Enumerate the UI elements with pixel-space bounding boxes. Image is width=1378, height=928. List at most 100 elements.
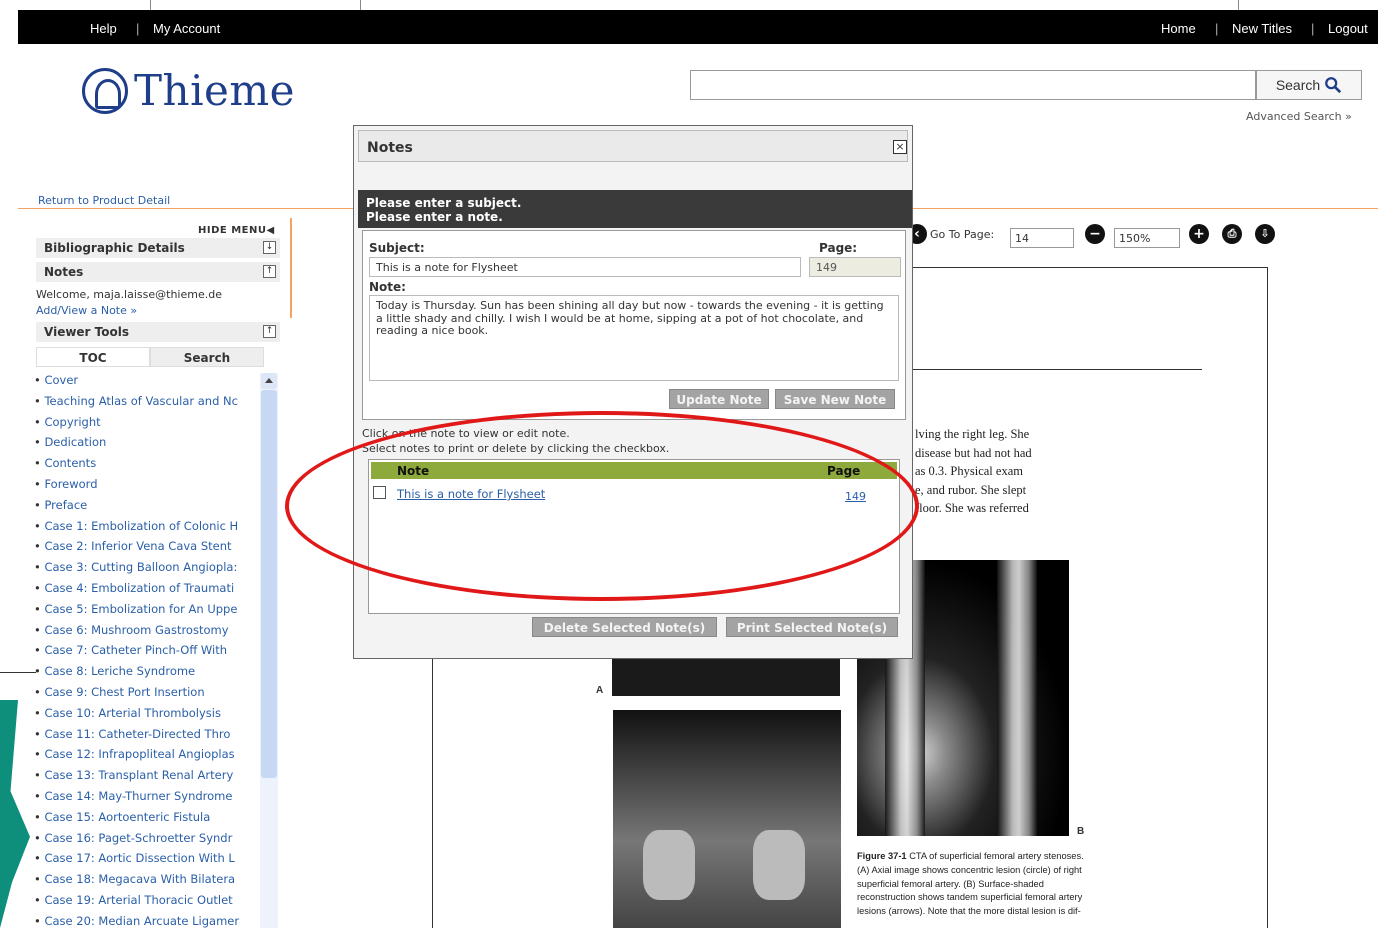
toc-item[interactable]: Teaching Atlas of Vascular and Nc	[34, 394, 260, 415]
dialog-title: Notes	[367, 140, 413, 156]
notes-list: Note Page This is a note for Flysheet 14…	[368, 459, 900, 614]
hide-menu-button[interactable]: HIDE MENU◀	[198, 225, 275, 236]
toc-item[interactable]: Case 14: May-Thurner Syndrome	[34, 789, 260, 810]
delete-selected-notes-button[interactable]: Delete Selected Note(s)	[532, 617, 717, 637]
note-row-page[interactable]: 149	[845, 490, 866, 503]
download-icon[interactable]: ⇩	[1255, 224, 1275, 244]
toc-item[interactable]: Case 4: Embolization of Traumati	[34, 581, 260, 602]
expand-icon[interactable]: ↓	[263, 241, 276, 254]
logo-text: Thieme	[134, 66, 296, 115]
dialog-help-text: Click on the note to view or edit note. …	[362, 426, 669, 456]
note-textarea[interactable]: Today is Thursday. Sun has been shining …	[369, 295, 899, 381]
toc-item[interactable]: Case 20: Median Arcuate Ligamer	[34, 914, 260, 928]
divider	[150, 0, 151, 10]
zoom-out-icon[interactable]: −	[1085, 224, 1105, 244]
advanced-search-link[interactable]: Advanced Search »	[1246, 110, 1352, 123]
toc-item[interactable]: Case 12: Infrapopliteal Angioplas	[34, 747, 260, 768]
viewer-tools-header[interactable]: Viewer Tools ↑	[36, 322, 280, 342]
document-body-text: lving the right leg. She disease but had …	[915, 425, 1055, 518]
close-icon[interactable]: ×	[893, 140, 907, 154]
nav-separator: |	[136, 21, 140, 36]
toc-item[interactable]: Cover	[34, 373, 260, 394]
toc-item[interactable]: Case 15: Aortoenteric Fistula	[34, 810, 260, 831]
toc-item[interactable]: Case 3: Cutting Balloon Angiopla:	[34, 560, 260, 581]
hide-menu-label: HIDE MENU	[198, 225, 267, 236]
toc-item[interactable]: Case 8: Leriche Syndrome	[34, 664, 260, 685]
toc-item[interactable]: Case 10: Arterial Thrombolysis	[34, 706, 260, 727]
notes-header[interactable]: Notes ↑	[36, 262, 280, 282]
go-to-page-label: Go To Page:	[930, 228, 995, 241]
toc-item[interactable]: Case 13: Transplant Renal Artery	[34, 768, 260, 789]
nav-separator: |	[1311, 21, 1315, 36]
sidebar-divider	[290, 218, 292, 318]
toc-item[interactable]: Case 19: Arterial Thoracic Outlet	[34, 893, 260, 914]
tab-toc[interactable]: TOC	[36, 347, 150, 367]
new-titles-link[interactable]: New Titles	[1232, 21, 1292, 36]
toc-item[interactable]: Case 6: Mushroom Gastrostomy	[34, 623, 260, 644]
toc-list: CoverTeaching Atlas of Vascular and NcCo…	[34, 373, 260, 928]
print-selected-notes-button[interactable]: Print Selected Note(s)	[726, 617, 898, 637]
my-account-link[interactable]: My Account	[153, 21, 220, 36]
toc-item[interactable]: Case 18: Megacava With Bilatera	[34, 872, 260, 893]
figure-label-b: B	[1077, 826, 1085, 837]
error-subject: Please enter a subject.	[366, 196, 522, 210]
document-text-line: disease but had not had	[915, 445, 1032, 460]
return-to-product-link[interactable]: Return to Product Detail	[38, 194, 170, 207]
chevron-left-icon: ◀	[266, 225, 275, 236]
toc-item[interactable]: Copyright	[34, 415, 260, 436]
search-button[interactable]: Search	[1256, 70, 1362, 100]
column-header-note: Note	[397, 464, 430, 478]
toc-item[interactable]: Case 7: Catheter Pinch-Off With	[34, 643, 260, 664]
toc-item[interactable]: Case 11: Catheter-Directed Thro	[34, 727, 260, 748]
zoom-input[interactable]: 150%	[1114, 228, 1180, 248]
collapse-icon[interactable]: ↑	[263, 265, 276, 278]
thieme-logo[interactable]: Thieme	[82, 66, 295, 115]
tab-search[interactable]: Search	[150, 347, 264, 367]
subject-label: Subject:	[369, 241, 425, 255]
note-row-checkbox[interactable]	[373, 486, 386, 499]
note-label: Note:	[369, 280, 406, 294]
page-input[interactable]: 149	[809, 257, 901, 277]
toc-item[interactable]: Foreword	[34, 477, 260, 498]
scroll-up-arrow-icon[interactable]	[261, 373, 277, 389]
toc-item[interactable]: Contents	[34, 456, 260, 477]
subject-input[interactable]: This is a note for Flysheet	[369, 257, 801, 277]
toc-item[interactable]: Case 2: Inferior Vena Cava Stent	[34, 539, 260, 560]
bibliographic-details-label: Bibliographic Details	[44, 241, 185, 255]
divider	[1238, 0, 1239, 10]
notes-dialog: Notes × Please enter a subject. Please e…	[353, 125, 913, 659]
save-new-note-button[interactable]: Save New Note	[775, 389, 895, 409]
caption-title: Figure 37-1	[857, 851, 907, 861]
document-text-line: e, and rubor. She slept	[915, 482, 1027, 497]
notes-label: Notes	[44, 265, 84, 279]
search-icon	[1325, 77, 1342, 94]
search-input[interactable]	[690, 70, 1256, 100]
toc-item[interactable]: Case 5: Embolization for An Uppe	[34, 602, 260, 623]
column-header-page: Page	[827, 464, 861, 478]
toc-item[interactable]: Case 16: Paget-Schroetter Syndr	[34, 831, 260, 852]
zoom-in-icon[interactable]: +	[1189, 224, 1209, 244]
logout-link[interactable]: Logout	[1328, 21, 1368, 36]
ct-coronal-image	[613, 710, 841, 928]
help-link[interactable]: Help	[90, 21, 117, 36]
go-to-page-input[interactable]: 14	[1010, 228, 1074, 248]
toc-item[interactable]: Dedication	[34, 435, 260, 456]
add-view-note-link[interactable]: Add/View a Note »	[36, 304, 137, 317]
update-note-button[interactable]: Update Note	[669, 389, 769, 409]
toc-item[interactable]: Case 1: Embolization of Colonic H	[34, 519, 260, 540]
toc-item[interactable]: Case 17: Aortic Dissection With L	[34, 851, 260, 872]
print-icon[interactable]: ⎙	[1222, 224, 1242, 244]
figure-label-a: A	[596, 685, 604, 696]
toc-scroll-thumb[interactable]	[261, 390, 277, 778]
search-button-label: Search	[1275, 77, 1321, 93]
home-link[interactable]: Home	[1161, 21, 1196, 36]
note-row-title[interactable]: This is a note for Flysheet	[397, 487, 545, 501]
collapse-icon[interactable]: ↑	[263, 325, 276, 338]
viewer-tools-label: Viewer Tools	[44, 325, 129, 339]
toc-item[interactable]: Preface	[34, 498, 260, 519]
toc-item[interactable]: Case 9: Chest Port Insertion	[34, 685, 260, 706]
bibliographic-details-header[interactable]: Bibliographic Details ↓	[36, 238, 280, 258]
figure-caption: Figure 37-1 CTA of superficial femoral a…	[857, 850, 1087, 919]
ct-axial-image	[612, 654, 840, 696]
help-line: Select notes to print or delete by click…	[362, 442, 670, 455]
